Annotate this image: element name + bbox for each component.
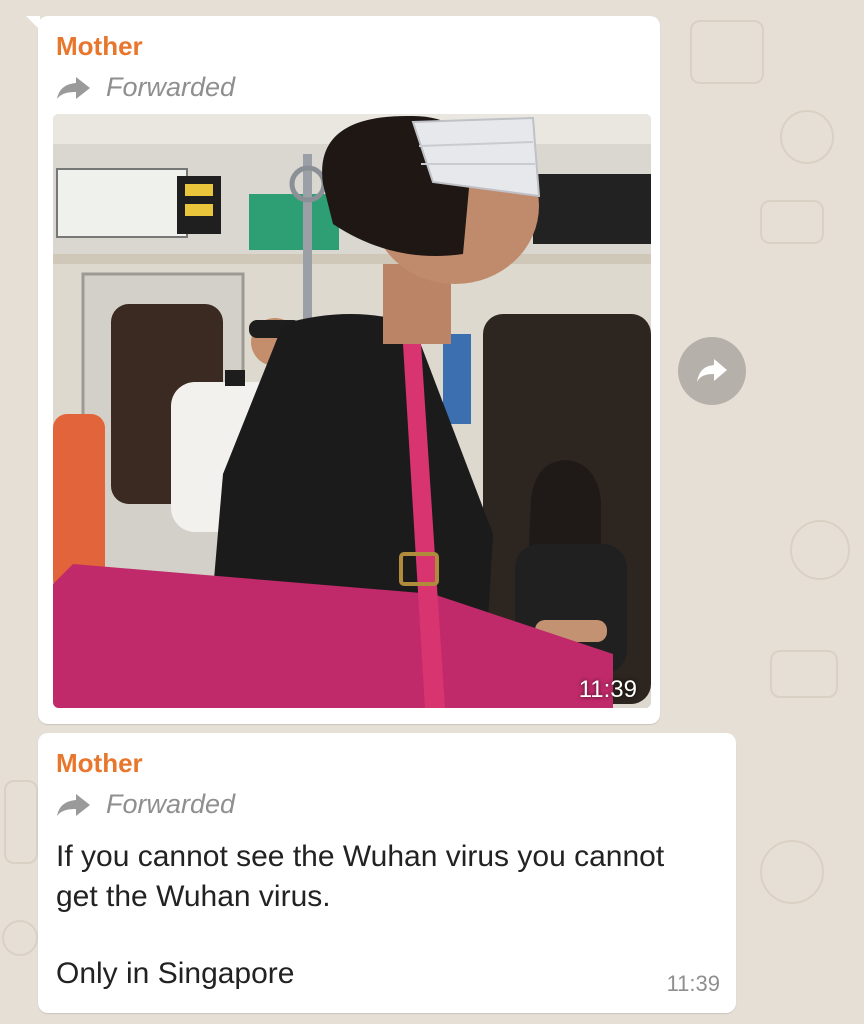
forward-arrow-icon xyxy=(57,76,90,99)
wallpaper-doodle xyxy=(790,520,850,580)
photo-train-scene xyxy=(53,114,651,708)
wallpaper-doodle xyxy=(780,110,834,164)
wallpaper-doodle xyxy=(770,650,838,698)
forward-message-button[interactable] xyxy=(678,337,746,405)
message-text: If you cannot see the Wuhan virus you ca… xyxy=(56,840,665,913)
message-text-line2: Only in Singapore xyxy=(56,957,295,990)
sender-name[interactable]: Mother xyxy=(56,31,143,62)
sender-name[interactable]: Mother xyxy=(56,748,143,779)
forwarded-label: Forwarded xyxy=(106,72,236,102)
bubble-tail xyxy=(26,16,40,30)
image-message-bubble[interactable]: Mother Forwarded 11:39 xyxy=(26,16,660,724)
message-timestamp: 11:39 xyxy=(666,971,720,996)
forwarded-indicator: Forwarded xyxy=(56,72,235,103)
wallpaper-doodle xyxy=(690,20,764,84)
wallpaper-doodle xyxy=(4,780,38,864)
text-message-bubble[interactable]: Mother Forwarded If you cannot see the W… xyxy=(38,733,736,1013)
forward-arrow-icon xyxy=(57,793,90,816)
wallpaper-doodle xyxy=(760,200,824,244)
wallpaper-doodle xyxy=(760,840,824,904)
forwarded-photo[interactable]: 11:39 xyxy=(53,114,651,708)
photo-timestamp: 11:39 xyxy=(578,676,637,703)
forwarded-label: Forwarded xyxy=(106,789,236,819)
forwarded-indicator: Forwarded xyxy=(56,789,235,820)
share-forward-icon xyxy=(697,359,727,382)
wallpaper-doodle xyxy=(2,920,38,956)
